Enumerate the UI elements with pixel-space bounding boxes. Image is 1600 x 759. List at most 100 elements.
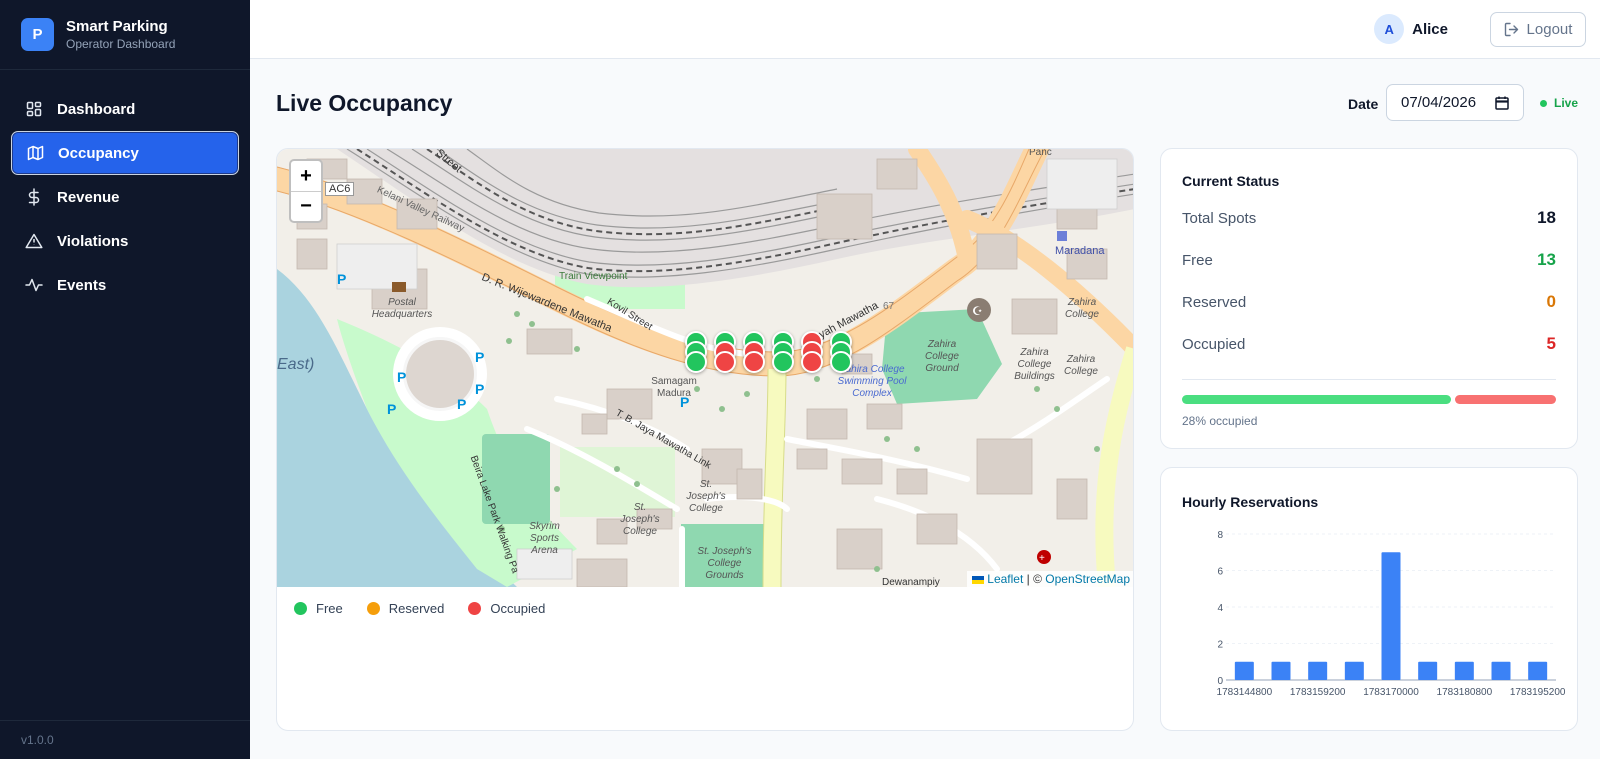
parking-spot-marker-occupied[interactable] <box>801 351 823 373</box>
parking-spot-marker-free[interactable] <box>685 351 707 373</box>
chart-bar[interactable] <box>1308 661 1328 680</box>
leaflet-link[interactable]: Leaflet <box>987 572 1023 586</box>
sidebar-item-violations[interactable]: Violations <box>11 219 239 263</box>
sidebar-item-events[interactable]: Events <box>11 263 239 307</box>
map-label: Skyrim Sports Arena <box>529 521 560 556</box>
x-tick-label: 1783144800 <box>1217 687 1273 698</box>
occupancy-bar <box>1182 395 1556 404</box>
grid-icon <box>25 100 43 118</box>
occupancy-bar-free <box>1182 395 1452 404</box>
topbar: A Alice Logout <box>250 0 1600 59</box>
user-name: Alice <box>1412 20 1448 38</box>
stat-label: Reserved <box>1182 293 1247 311</box>
chart-bar[interactable] <box>1491 661 1511 680</box>
x-tick-label: 1783180800 <box>1437 687 1493 698</box>
parking-spot-marker-free[interactable] <box>772 351 794 373</box>
stat-occupied: Occupied 5 <box>1182 334 1556 354</box>
logout-label: Logout <box>1526 21 1573 38</box>
avatar: A <box>1374 14 1405 44</box>
date-value: 07/04/2026 <box>1401 94 1477 111</box>
stat-value: 13 <box>1537 250 1556 269</box>
logout-icon <box>1504 22 1518 37</box>
chart-bar[interactable] <box>1271 661 1291 680</box>
page-title: Live Occupancy <box>276 90 453 116</box>
logout-button[interactable]: Logout <box>1490 12 1586 47</box>
map-label: Zahira College <box>1065 297 1099 320</box>
card-title: Current Status <box>1182 173 1280 189</box>
stat-label: Occupied <box>1182 335 1246 353</box>
chart-bar[interactable] <box>1528 661 1548 680</box>
current-status-card: Current Status Total Spots 18 Free 13 Re… <box>1160 148 1578 449</box>
dollar-icon <box>25 188 43 206</box>
hourly-reservations-chart: 0 2 4 6 8 1783144800 1783159200 1783170000 17831… <box>1217 530 1566 698</box>
chart-bar[interactable] <box>1344 661 1364 680</box>
parking-spot-marker-occupied[interactable] <box>714 351 736 373</box>
y-tick-label: 0 <box>1217 676 1223 687</box>
svg-text:P: P <box>475 349 484 365</box>
chart-bar[interactable] <box>1454 661 1474 680</box>
sidebar-item-label: Events <box>57 276 107 294</box>
sidebar-nav: Dashboard Occupancy Revenue Violations E… <box>0 70 250 307</box>
y-tick-label: 2 <box>1217 640 1223 651</box>
stat-value: 5 <box>1546 334 1556 353</box>
map-label: East) <box>277 356 315 373</box>
version-label: v1.0.0 <box>0 720 250 759</box>
occupancy-map[interactable]: P P P P P P P ☪ + Street AC6 Kelani Vall… <box>277 149 1133 587</box>
stat-label: Total Spots <box>1182 209 1257 227</box>
map-label: Zahira College Buildings <box>1014 347 1055 382</box>
zoom-out-button[interactable]: − <box>291 191 321 221</box>
zoom-in-button[interactable]: + <box>291 161 321 191</box>
user-menu[interactable]: A Alice <box>1374 14 1448 44</box>
x-tick-label: 1783159200 <box>1290 687 1346 698</box>
brand-title: Smart Parking <box>66 18 168 35</box>
live-label: Live <box>1554 96 1579 110</box>
stat-value: 0 <box>1546 292 1556 311</box>
calendar-icon[interactable] <box>1495 96 1509 110</box>
zoom-control: + − <box>289 159 323 223</box>
map-label: Maradana <box>1055 245 1105 257</box>
svg-text:P: P <box>387 401 396 417</box>
chart-bar[interactable] <box>1418 661 1438 680</box>
date-input[interactable]: 07/04/2026 <box>1386 84 1524 121</box>
legend-dot <box>294 602 307 615</box>
map-label: Postal Headquarters <box>371 297 433 320</box>
parking-spot-marker-free[interactable] <box>830 351 852 373</box>
sidebar-item-revenue[interactable]: Revenue <box>11 175 239 219</box>
map-label: 67 <box>883 301 895 312</box>
stat-value: 18 <box>1537 208 1556 227</box>
sidebar-item-dashboard[interactable]: Dashboard <box>11 87 239 131</box>
attribution-separator: | © <box>1023 572 1046 586</box>
ukraine-flag-icon <box>972 575 985 584</box>
map-label: St. Joseph's College <box>620 502 660 537</box>
svg-text:P: P <box>337 271 346 287</box>
sidebar-item-label: Occupancy <box>58 144 139 162</box>
legend-label: Reserved <box>388 601 445 616</box>
date-label: Date <box>1348 96 1379 112</box>
chart-bar[interactable] <box>1381 552 1401 680</box>
y-tick-label: 6 <box>1217 567 1223 578</box>
live-dot <box>1540 99 1547 107</box>
map-icon <box>26 144 44 162</box>
parking-spot-marker-occupied[interactable] <box>743 351 765 373</box>
chart-bar[interactable] <box>1234 661 1254 680</box>
map-label: St. Joseph's College Grounds <box>697 546 752 581</box>
brand-logo: P <box>21 18 54 51</box>
legend-free: Free <box>294 601 343 616</box>
live-indicator: Live <box>1540 96 1578 110</box>
activity-icon <box>25 276 43 294</box>
stat-free: Free 13 <box>1182 250 1556 270</box>
sidebar-item-occupancy[interactable]: Occupancy <box>11 131 239 175</box>
sidebar-item-label: Violations <box>57 232 129 250</box>
legend-dot <box>366 602 380 615</box>
hourly-reservations-card: Hourly Reservations 0 2 4 6 8 1783144800 17831… <box>1160 467 1578 731</box>
map-tiles: P P P P P P P ☪ + <box>277 149 1133 587</box>
map-label: AC6 <box>325 182 355 196</box>
divider <box>1182 379 1556 380</box>
map-label: Train Viewpoint <box>559 271 628 282</box>
sidebar-item-label: Dashboard <box>57 100 136 118</box>
stat-total-spots: Total Spots 18 <box>1182 208 1556 228</box>
map-attribution: Leaflet | © OpenStreetMap <box>967 571 1133 587</box>
occupancy-bar-occupied <box>1455 395 1556 404</box>
osm-link[interactable]: OpenStreetMap <box>1045 572 1130 586</box>
map-card: P P P P P P P ☪ + Street AC6 Kelani Vall… <box>276 148 1134 731</box>
